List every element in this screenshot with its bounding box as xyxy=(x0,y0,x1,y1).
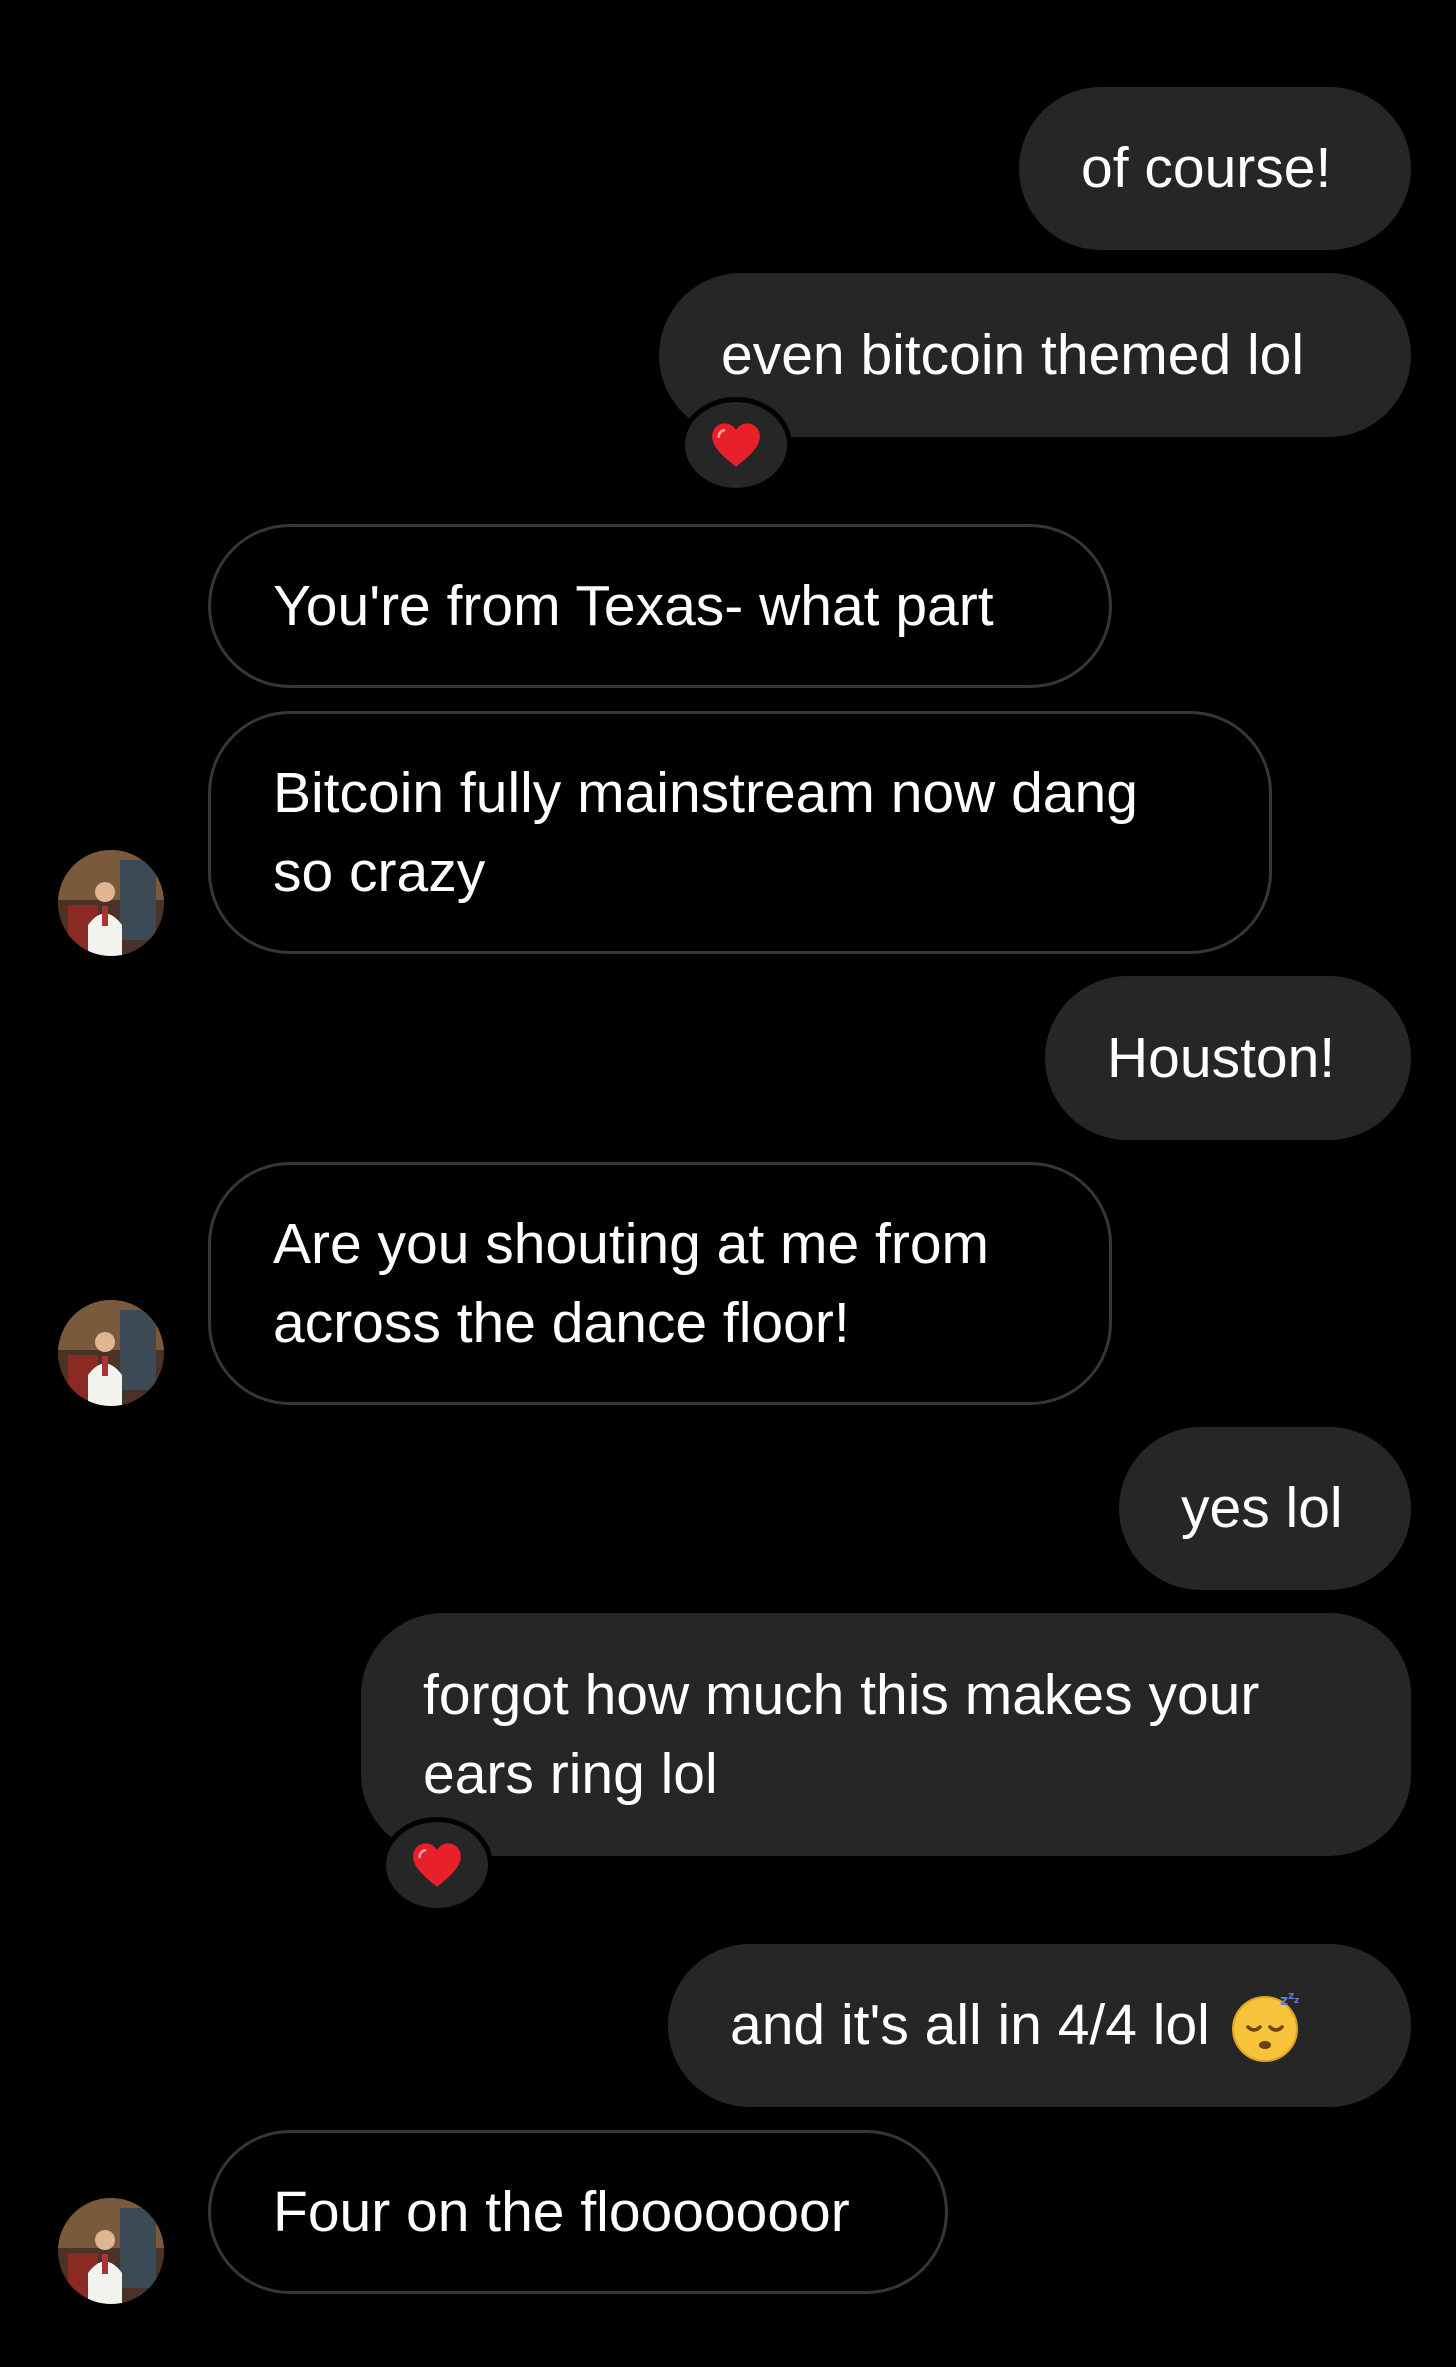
message-text: of course! xyxy=(1081,136,1332,200)
heart-reaction[interactable] xyxy=(381,1817,493,1913)
avatar[interactable] xyxy=(58,1300,164,1406)
message-bubble-received[interactable]: Bitcoin fully mainstream now dang so cra… xyxy=(208,711,1272,954)
message-bubble-received[interactable]: Are you shouting at me from across the d… xyxy=(208,1162,1112,1405)
message-text: yes lol xyxy=(1181,1476,1343,1540)
message-text: Bitcoin fully mainstream now dang so cra… xyxy=(273,760,1138,904)
message-text: Houston! xyxy=(1107,1025,1336,1090)
avatar[interactable] xyxy=(58,2198,164,2304)
message-bubble-sent[interactable]: and it's all in 4/4 lol z z z xyxy=(668,1944,1411,2107)
message-bubble-sent[interactable]: forgot how much this makes your ears rin… xyxy=(361,1613,1411,1856)
heart-icon xyxy=(413,1843,461,1887)
svg-text:z: z xyxy=(1294,1996,1299,2006)
message-text: Are you shouting at me from across the d… xyxy=(273,1211,990,1355)
message-text: and it's all in 4/4 lol xyxy=(730,1993,1210,2057)
message-text: even bitcoin themed lol xyxy=(721,322,1305,387)
svg-text:z: z xyxy=(1280,1993,1288,2009)
message-bubble-received[interactable]: You're from Texas- what part xyxy=(208,524,1112,688)
message-text: You're from Texas- what part xyxy=(273,573,994,638)
profile-photo-icon xyxy=(58,2198,164,2304)
heart-reaction[interactable] xyxy=(680,397,792,493)
sleeping-face-icon: z z z xyxy=(1230,1989,1304,2063)
profile-photo-icon xyxy=(58,1300,164,1406)
avatar[interactable] xyxy=(58,850,164,956)
message-bubble-sent[interactable]: Houston! xyxy=(1045,976,1411,1140)
message-text: Four on the flooooooor xyxy=(273,2179,850,2244)
message-bubble-received[interactable]: Four on the flooooooor xyxy=(208,2130,948,2294)
profile-photo-icon xyxy=(58,850,164,956)
message-bubble-sent[interactable]: yes lol xyxy=(1119,1427,1411,1590)
message-bubble-sent[interactable]: of course! xyxy=(1019,87,1411,250)
message-text: forgot how much this makes your ears rin… xyxy=(423,1662,1260,1806)
heart-icon xyxy=(712,423,760,467)
